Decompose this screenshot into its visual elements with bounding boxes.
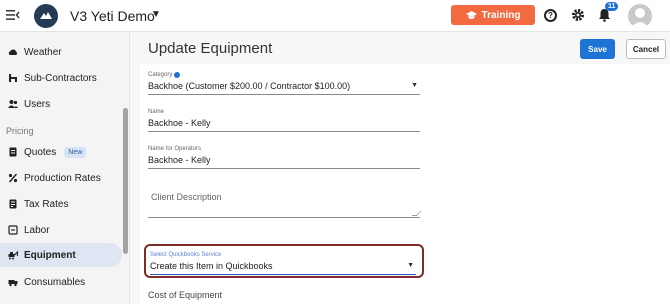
tax-icon — [9, 199, 17, 209]
sidebar-item-consumables[interactable]: Consumables — [0, 270, 122, 294]
chevron-down-icon: ▼ — [411, 82, 418, 89]
operators-name-label: Name for Operators — [148, 146, 202, 152]
sidebar-item-label: Labor — [24, 224, 50, 236]
sidebar-item-label: Quotes — [24, 146, 57, 158]
sidebar: Weather Sub-Contractors Users Pricing Qu… — [0, 32, 130, 304]
sidebar-item-users[interactable]: Users — [0, 92, 122, 116]
quickbooks-service-select[interactable]: Create this Item in Quickbooks ▼ — [150, 261, 416, 275]
avatar[interactable] — [628, 4, 652, 28]
notification-count-badge: 11 — [605, 2, 619, 11]
training-label: Training — [481, 9, 521, 21]
sidebar-item-equipment[interactable]: Equipment — [0, 243, 122, 267]
sidebar-item-label: Consumables — [24, 276, 86, 288]
main-content: Update Equipment Save Cancel Category Ba… — [130, 32, 670, 304]
graduation-cap-icon — [465, 10, 477, 19]
name-field[interactable]: Name Backhoe - Kelly — [148, 109, 420, 132]
operators-name-field[interactable]: Name for Operators Backhoe - Kelly — [148, 146, 420, 169]
sidebar-item-label: Users — [24, 98, 51, 110]
info-icon[interactable] — [174, 72, 181, 78]
sidebar-item-quotes[interactable]: Quotes New — [0, 140, 122, 164]
name-input[interactable]: Backhoe - Kelly — [148, 118, 420, 132]
save-button[interactable]: Save — [580, 39, 615, 59]
resize-handle-icon[interactable] — [411, 211, 422, 216]
consumables-icon — [8, 280, 18, 287]
sidebar-item-label: Production Rates — [24, 172, 101, 184]
category-value: Backhoe (Customer $200.00 / Contractor $… — [148, 81, 351, 91]
category-field[interactable]: Category Backhoe (Customer $200.00 / Con… — [148, 72, 420, 95]
chevron-down-icon: ▼ — [407, 262, 414, 269]
category-select[interactable]: Backhoe (Customer $200.00 / Contractor $… — [148, 81, 420, 95]
cancel-button[interactable]: Cancel — [626, 39, 666, 59]
sidebar-item-weather[interactable]: Weather — [0, 40, 122, 64]
sidebar-section-pricing: Pricing — [6, 126, 34, 136]
training-button[interactable]: Training — [451, 5, 535, 25]
equipment-icon — [8, 250, 18, 260]
category-label: Category — [148, 72, 173, 78]
sidebar-item-label: Sub-Contractors — [24, 72, 97, 84]
quotes-icon — [9, 147, 17, 157]
chevron-down-icon[interactable]: ▼ — [151, 9, 161, 20]
sidebar-item-label: Equipment — [24, 249, 76, 261]
client-description-placeholder: Client Description — [151, 192, 222, 202]
sidebar-item-label: Tax Rates — [24, 198, 69, 210]
sidebar-item-tax-rates[interactable]: Tax Rates — [0, 192, 122, 216]
subcontractor-icon — [9, 74, 17, 82]
gear-icon[interactable] — [571, 8, 585, 22]
app-title[interactable]: V3 Yeti Demo — [70, 8, 155, 24]
cost-of-equipment-label: Cost of Equipment — [148, 290, 223, 300]
sidebar-item-label: Weather — [24, 46, 62, 58]
quickbooks-service-field[interactable]: Select Quickbooks Service Create this It… — [144, 244, 424, 278]
new-badge: New — [64, 146, 87, 158]
operators-name-input[interactable]: Backhoe - Kelly — [148, 155, 420, 169]
percent-icon — [8, 173, 18, 183]
cloud-icon — [8, 49, 18, 55]
sidebar-item-production-rates[interactable]: Production Rates — [0, 166, 122, 190]
labor-icon — [8, 225, 18, 235]
page-title: Update Equipment — [148, 40, 273, 57]
sidebar-item-labor[interactable]: Labor — [0, 218, 122, 242]
menu-collapse-icon[interactable] — [6, 9, 20, 21]
sidebar-item-sub-contractors[interactable]: Sub-Contractors — [0, 66, 122, 90]
quickbooks-service-value: Create this Item in Quickbooks — [150, 261, 273, 271]
app-logo[interactable] — [34, 4, 58, 28]
client-description-textarea[interactable]: Client Description — [148, 180, 422, 218]
name-label: Name — [148, 109, 165, 115]
help-icon[interactable]: ? — [544, 9, 557, 22]
quickbooks-service-label: Select Quickbooks Service — [150, 252, 222, 258]
users-icon — [8, 100, 18, 108]
top-bar: V3 Yeti Demo ▼ Training ? 11 — [0, 0, 670, 32]
equipment-form: Category Backhoe (Customer $200.00 / Con… — [140, 64, 670, 304]
sidebar-scrollbar[interactable] — [123, 108, 128, 254]
